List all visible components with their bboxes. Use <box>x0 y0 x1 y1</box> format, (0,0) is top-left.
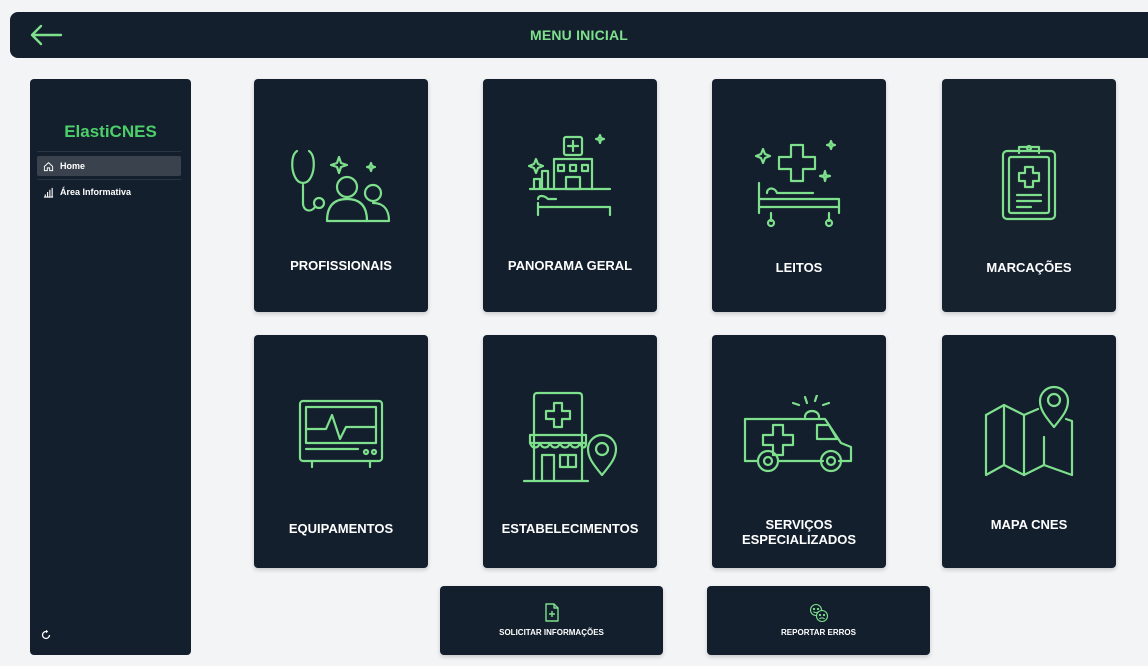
ambulance-icon <box>743 395 853 473</box>
card-label: SERVIÇOS ESPECIALIZADOS <box>741 517 857 547</box>
medical-clipboard-icon <box>1001 144 1057 221</box>
card-panorama-geral[interactable]: PANORAMA GERAL <box>483 79 657 312</box>
hospital-overview-icon <box>527 133 612 217</box>
card-label: ESTABELECIMENTOS <box>501 521 639 536</box>
page-title: MENU INICIAL <box>529 27 629 43</box>
sidebar-item-label: Home <box>60 161 86 171</box>
map-pin-icon <box>984 385 1074 477</box>
refresh-icon[interactable] <box>40 629 52 641</box>
back-button[interactable] <box>26 20 66 50</box>
card-estabelecimentos[interactable]: ESTABELECIMENTOS <box>483 335 657 568</box>
card-label: MARCAÇÕES <box>986 260 1072 275</box>
card-profissionais[interactable]: PROFISSIONAIS <box>254 79 428 312</box>
doctor-stethoscope-icon <box>291 149 391 223</box>
card-mapa-cnes[interactable]: MAPA CNES <box>942 335 1116 568</box>
card-equipamentos[interactable]: EQUIPAMENTOS <box>254 335 428 568</box>
sidebar: ElastiCNES Home Área Informativa <box>30 79 191 655</box>
sidebar-item-area-informativa[interactable]: Área Informativa <box>37 182 181 202</box>
smiley-faces-icon <box>809 603 828 623</box>
health-facility-location-icon <box>522 391 618 483</box>
reportar-erros-button[interactable]: REPORTAR ERROS <box>707 586 930 655</box>
card-servicos-especializados[interactable]: SERVIÇOS ESPECIALIZADOS <box>712 335 886 568</box>
action-label: REPORTAR ERROS <box>781 628 856 637</box>
solicitar-informacoes-button[interactable]: SOLICITAR INFORMAÇÕES <box>440 586 663 655</box>
brand-logo-text: ElastiCNES <box>64 122 157 141</box>
nav-divider <box>37 151 181 152</box>
action-label: SOLICITAR INFORMAÇÕES <box>499 628 604 637</box>
file-add-icon <box>544 603 559 622</box>
nav-divider <box>37 179 181 180</box>
heart-monitor-icon <box>298 399 384 469</box>
sidebar-item-home[interactable]: Home <box>37 156 181 176</box>
card-label: EQUIPAMENTOS <box>288 521 394 536</box>
card-label: PANORAMA GERAL <box>507 258 633 273</box>
card-marcacoes[interactable]: MARCAÇÕES <box>942 79 1116 312</box>
hospital-bed-icon <box>754 139 841 228</box>
arrow-left-icon <box>30 24 63 46</box>
bar-chart-icon <box>43 187 54 198</box>
sidebar-item-label: Área Informativa <box>60 187 132 197</box>
card-label: LEITOS <box>775 260 823 275</box>
top-bar: MENU INICIAL <box>10 12 1148 58</box>
home-icon <box>43 161 54 171</box>
card-label: PROFISSIONAIS <box>290 258 392 273</box>
card-leitos[interactable]: LEITOS <box>712 79 886 312</box>
card-label: MAPA CNES <box>990 517 1068 532</box>
